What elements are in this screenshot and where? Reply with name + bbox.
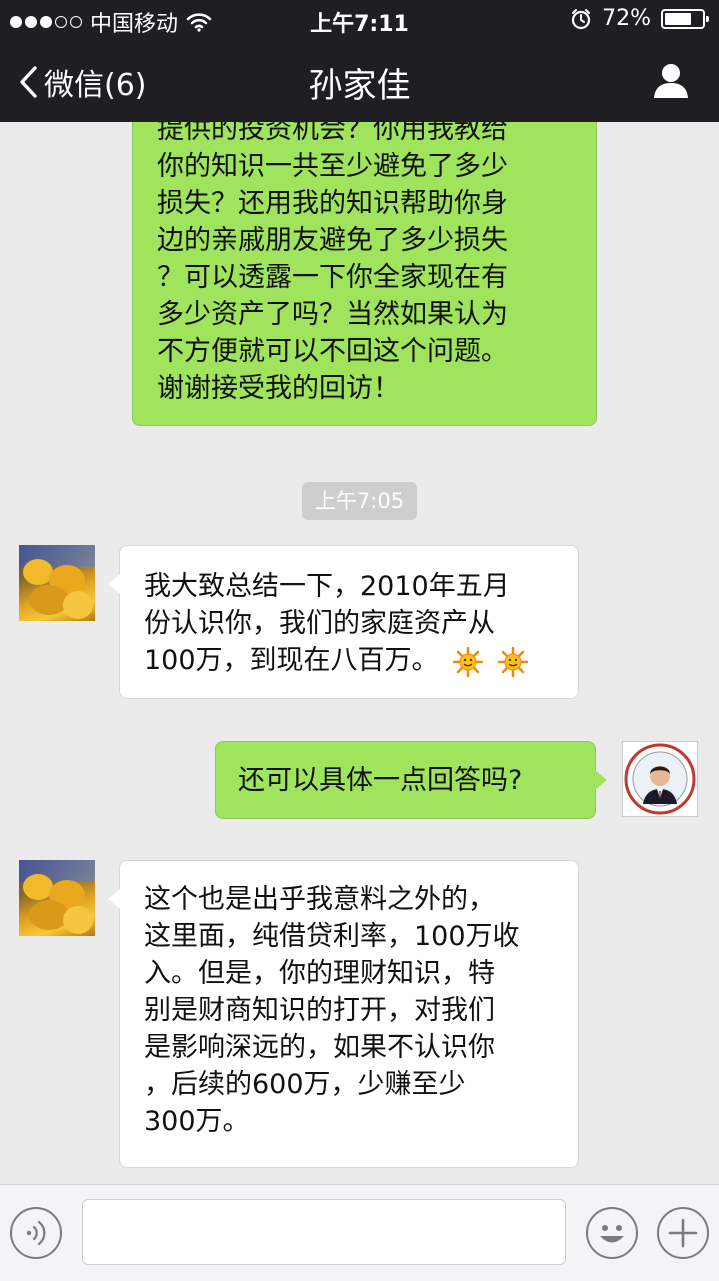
battery-icon bbox=[661, 8, 709, 29]
message-line: 这个也是出乎我意料之外的， bbox=[144, 884, 495, 915]
contact-message-bubble[interactable]: 我大致总结一下，2010年五月 份认识你，我们的家庭资产从 100万，到现在八百… bbox=[108, 545, 579, 699]
smiley-icon bbox=[600, 1225, 624, 1243]
message-line: 还可以具体一点回答吗? bbox=[238, 765, 523, 796]
my-avatar[interactable] bbox=[622, 741, 698, 817]
message-line: ，后续的600万，少赚至少 bbox=[144, 1069, 466, 1100]
message-line: ？可以透露一下你全家现在有 bbox=[157, 262, 508, 293]
my-message-bubble[interactable]: 提供的投资机会？你用我教给 你的知识一共至少避免了多少 损失？还用我的知识帮助你… bbox=[132, 122, 597, 426]
contact-message-bubble[interactable]: 这个也是出乎我意料之外的， 这里面，纯借贷利率，100万收 入。但是，你的理财知… bbox=[108, 860, 579, 1168]
message-line: 300万。 bbox=[144, 1106, 250, 1137]
my-message-bubble[interactable]: 还可以具体一点回答吗? bbox=[215, 741, 607, 819]
message-line: 这里面，纯借贷利率，100万收 bbox=[144, 921, 520, 952]
profile-icon[interactable] bbox=[651, 60, 691, 100]
message-line: 谢谢接受我的回访！ bbox=[157, 373, 400, 404]
message-line: 提供的投资机会？你用我教给 bbox=[157, 122, 508, 145]
message-list[interactable]: 提供的投资机会？你用我教给 你的知识一共至少避免了多少 损失？还用我的知识帮助你… bbox=[0, 122, 719, 1184]
battery-area: 72% bbox=[570, 6, 709, 31]
message-line: 我大致总结一下，2010年五月 bbox=[144, 571, 510, 602]
voice-icon bbox=[26, 1220, 46, 1246]
emoji-button[interactable] bbox=[586, 1207, 638, 1259]
contact-avatar[interactable] bbox=[19, 860, 95, 936]
input-bar bbox=[0, 1184, 719, 1281]
status-bar: 中国移动 上午7:11 72% bbox=[0, 0, 719, 40]
portrait-image bbox=[624, 743, 696, 815]
nav-bar: 微信(6) 孙家佳 bbox=[0, 40, 719, 122]
message-line: 你的知识一共至少避免了多少 bbox=[157, 151, 508, 182]
message-line: 是影响深远的，如果不认识你 bbox=[144, 1032, 495, 1063]
message-line: 别是财商知识的打开，对我们 bbox=[144, 995, 495, 1026]
message-line-with-emoji: 100万，到现在八百万。 bbox=[144, 642, 562, 679]
message-input[interactable] bbox=[82, 1199, 566, 1265]
sun-icon bbox=[497, 646, 528, 677]
plus-icon bbox=[668, 1218, 698, 1248]
battery-percent: 72% bbox=[602, 6, 651, 31]
contact-avatar[interactable] bbox=[19, 545, 95, 621]
message-line: 入。但是，你的理财知识，特 bbox=[144, 958, 495, 989]
message-line: 边的亲戚朋友避免了多少损失 bbox=[157, 225, 508, 256]
message-line: 份认识你，我们的家庭资产从 bbox=[144, 608, 495, 639]
message-line: 损失？还用我的知识帮助你身 bbox=[157, 188, 508, 219]
more-button[interactable] bbox=[657, 1207, 709, 1259]
message-line: 100万，到现在八百万。 bbox=[144, 645, 439, 676]
alarm-icon bbox=[571, 8, 591, 29]
chat-title: 孙家佳 bbox=[308, 66, 411, 106]
message-timestamp: 上午7:05 bbox=[302, 482, 417, 520]
message-line: 不方便就可以不回这个问题。 bbox=[157, 336, 508, 367]
message-line: 多少资产了吗？当然如果认为 bbox=[157, 299, 508, 330]
sun-icon bbox=[453, 646, 484, 677]
voice-button[interactable] bbox=[10, 1207, 62, 1259]
